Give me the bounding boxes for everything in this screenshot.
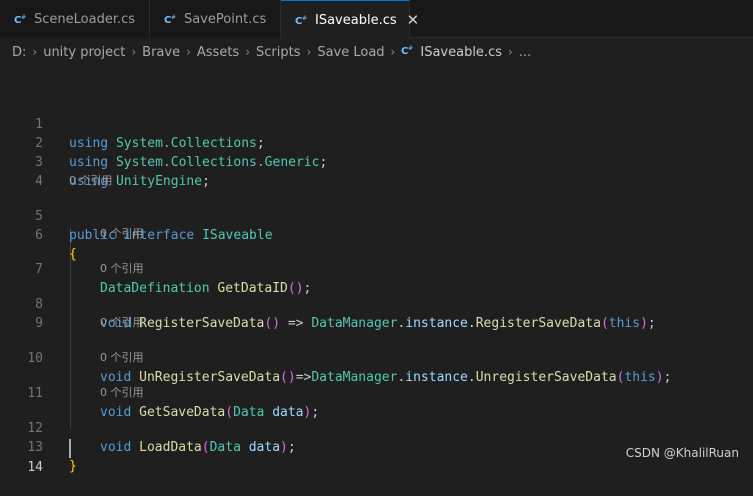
chevron-right-icon: › — [186, 45, 191, 59]
code-line: 3 using UnityEngine; — [0, 134, 753, 189]
csharp-file-icon: C # — [401, 44, 415, 60]
breadcrumb-drive[interactable]: D: — [12, 45, 26, 60]
csharp-file-icon: C # — [14, 13, 28, 25]
chevron-right-icon: › — [507, 45, 513, 59]
breadcrumb-file[interactable]: C # ISaveable.cs — [401, 44, 502, 60]
breadcrumb-assets[interactable]: Assets — [197, 45, 239, 60]
csharp-file-icon: C # — [295, 14, 309, 26]
code-line: 10 void UnRegisterSaveData()=>DataManage… — [0, 330, 753, 385]
tab-label: ISaveable.cs — [315, 12, 397, 28]
tab-isaveable[interactable]: C # ISaveable.cs ✕ — [281, 0, 419, 39]
code-line: 11 void GetSaveData(Data data); — [0, 365, 753, 420]
code-line: 4 — [0, 153, 753, 189]
code-lens-references[interactable]: 0 个引用 — [100, 315, 144, 331]
breadcrumb-brave[interactable]: Brave — [142, 45, 180, 60]
csharp-file-icon: C # — [164, 13, 178, 25]
code-line: 8 void RegisterSaveData() => DataManager… — [0, 276, 753, 331]
svg-text:#: # — [171, 14, 176, 21]
chevron-right-icon: › — [131, 45, 137, 59]
svg-text:#: # — [21, 14, 26, 21]
tab-sceneloader[interactable]: C # SceneLoader.cs — [0, 0, 150, 38]
code-lens-references[interactable]: 0 个引用 — [69, 173, 113, 189]
chevron-right-icon: › — [306, 45, 312, 59]
code-lens-references[interactable]: 0 个引用 — [100, 385, 144, 401]
watermark: CSDN @KhalilRuan — [625, 446, 739, 460]
tab-savepoint[interactable]: C # SavePoint.cs — [150, 0, 281, 38]
code-line: 9 — [0, 295, 753, 331]
code-line: 1 using System.Collections; — [0, 96, 753, 151]
tab-label: SavePoint.cs — [184, 11, 267, 27]
code-editor[interactable]: 1 using System.Collections; 2 using Syst… — [0, 65, 753, 475]
chevron-right-icon: › — [390, 45, 396, 59]
breadcrumb-scripts[interactable]: Scripts — [256, 45, 300, 60]
code-lens-references[interactable]: 0 个引用 — [100, 350, 144, 366]
code-line: 7 DataDefination GetDataID(); — [0, 241, 753, 296]
code-lens-references[interactable]: 0 个引用 — [100, 261, 144, 277]
breadcrumb-symbols[interactable]: ... — [519, 45, 531, 60]
svg-text:#: # — [302, 15, 307, 22]
breadcrumb-save-load[interactable]: Save Load — [317, 45, 384, 60]
code-lens-references[interactable]: 0 个引用 — [100, 226, 144, 242]
chevron-right-icon: › — [245, 45, 251, 59]
line-code: } — [69, 459, 77, 474]
code-line: 13 } — [0, 419, 753, 474]
code-line: 5 public interface ISaveable — [0, 188, 753, 243]
breadcrumb: D: › unity project › Brave › Assets › Sc… — [0, 39, 753, 65]
breadcrumb-unity-project[interactable]: unity project — [43, 45, 125, 60]
chevron-right-icon: › — [32, 45, 38, 59]
text-cursor — [69, 439, 71, 458]
breadcrumb-file-label: ISaveable.cs — [420, 44, 502, 60]
svg-text:#: # — [408, 45, 413, 52]
close-icon[interactable]: ✕ — [407, 11, 420, 29]
tab-label: SceneLoader.cs — [34, 11, 136, 27]
tab-bar: C # SceneLoader.cs C # SavePoint.cs C # ISa… — [0, 0, 753, 39]
code-line: 6 { — [0, 207, 753, 262]
code-line: 2 using System.Collections.Generic; — [0, 115, 753, 170]
code-line: 12 void LoadData(Data data); — [0, 400, 753, 455]
